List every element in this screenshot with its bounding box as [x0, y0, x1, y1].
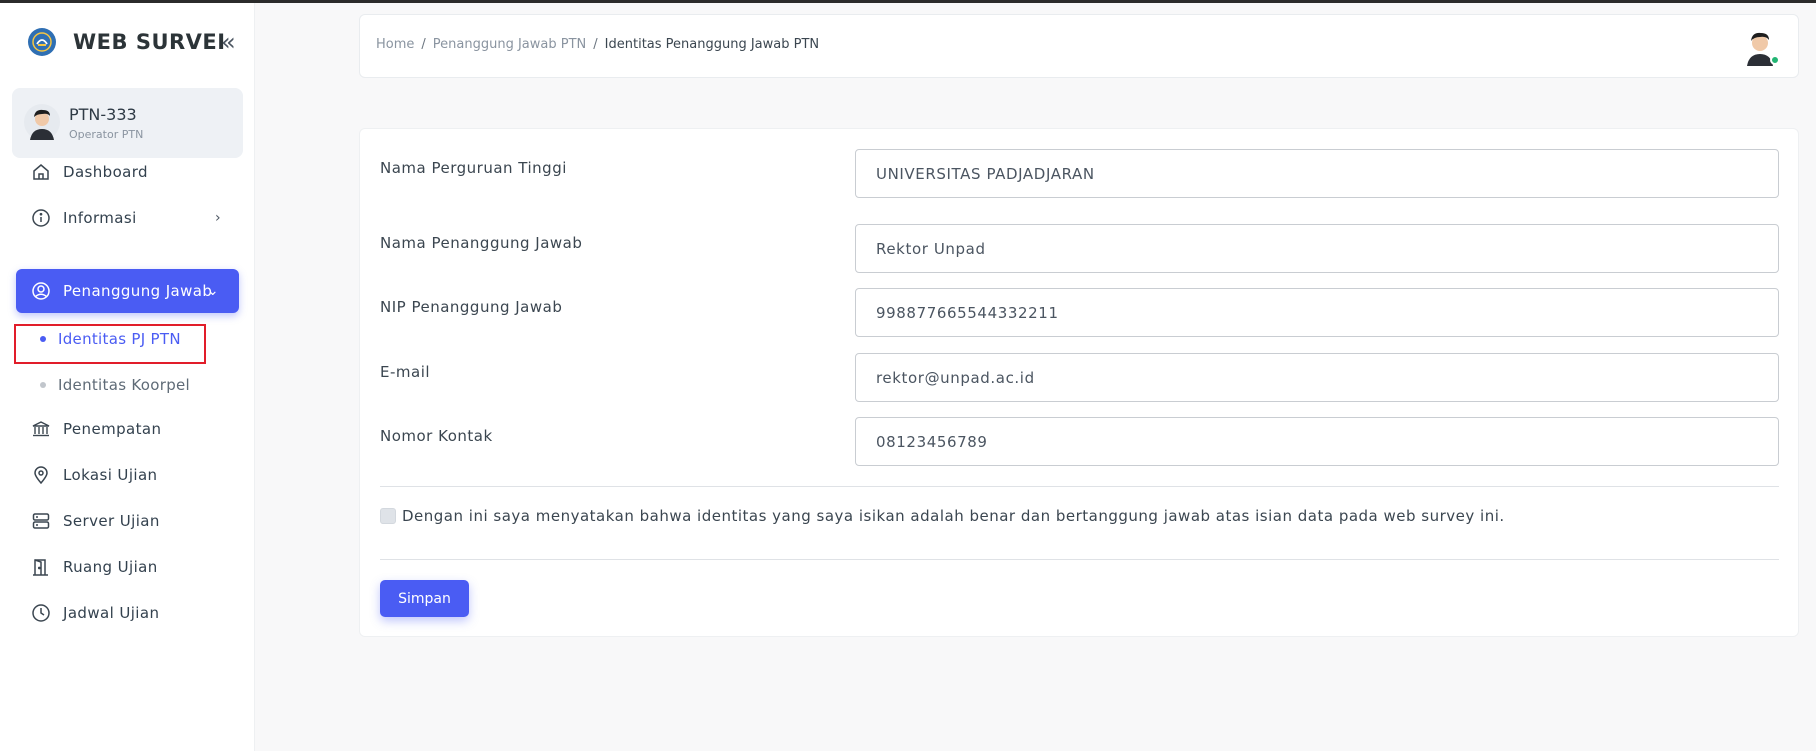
online-status-indicator — [1770, 55, 1780, 65]
input-nama-penanggung-jawab[interactable] — [855, 224, 1779, 273]
clock-icon — [32, 604, 50, 622]
sidebar: WEB SURVEI « PTN-333 Operator PTN Dashbo… — [0, 3, 255, 751]
input-nomor-kontak[interactable] — [855, 417, 1779, 466]
door-icon — [33, 559, 48, 576]
home-icon — [33, 164, 49, 180]
sidebar-item-penempatan[interactable]: Penempatan — [16, 410, 239, 448]
sidebar-item-label: Penempatan — [63, 420, 162, 438]
sidebar-item-label: Dashboard — [63, 163, 148, 181]
input-nip-penanggung-jawab[interactable] — [855, 288, 1779, 337]
breadcrumb-home-link[interactable]: Home — [376, 37, 414, 52]
sidebar-item-label: Server Ujian — [63, 512, 160, 530]
sidebar-item-label: Ruang Ujian — [63, 558, 158, 576]
sidebar-item-dashboard[interactable]: Dashboard — [16, 153, 239, 191]
sidebar-item-lokasi-ujian[interactable]: Lokasi Ujian — [16, 456, 239, 494]
breadcrumb-current: Identitas Penanggung Jawab PTN — [604, 37, 820, 52]
bank-icon — [32, 421, 50, 437]
sidebar-item-label: Informasi — [63, 209, 137, 227]
sidebar-item-label: Penanggung Jawab — [63, 282, 213, 300]
window-top-bar — [0, 0, 1816, 3]
user-circle-icon — [32, 282, 50, 300]
declaration-text: Dengan ini saya menyatakan bahwa identit… — [402, 507, 1505, 525]
divider — [380, 486, 1779, 487]
label-nama-penanggung-jawab: Nama Penanggung Jawab — [380, 234, 583, 252]
breadcrumb-separator: / — [593, 37, 598, 52]
chevron-down-icon: ⌄ — [206, 283, 219, 299]
breadcrumb-separator: / — [421, 37, 426, 52]
user-card[interactable]: PTN-333 Operator PTN — [12, 88, 243, 158]
brand-logo-icon — [28, 28, 56, 56]
collapse-sidebar-icon[interactable]: « — [221, 30, 236, 54]
map-pin-icon — [34, 466, 48, 485]
user-name: PTN-333 — [69, 105, 137, 124]
header-bar: Home / Penanggung Jawab PTN / Identitas … — [359, 14, 1799, 78]
sidebar-item-label: Jadwal Ujian — [63, 604, 160, 622]
sidebar-item-server-ujian[interactable]: Server Ujian — [16, 502, 239, 540]
label-nomor-kontak: Nomor Kontak — [380, 427, 493, 445]
server-icon — [32, 513, 50, 529]
breadcrumb-parent-link[interactable]: Penanggung Jawab PTN — [433, 37, 586, 52]
sidebar-item-ruang-ujian[interactable]: Ruang Ujian — [16, 548, 239, 586]
user-avatar — [24, 104, 60, 140]
divider — [380, 559, 1779, 560]
input-nama-perguruan-tinggi[interactable] — [855, 149, 1779, 198]
sidebar-item-penanggung-jawab[interactable]: Penanggung Jawab ⌄ — [16, 269, 239, 313]
bullet-icon — [40, 382, 46, 388]
user-role: Operator PTN — [69, 128, 144, 141]
input-email[interactable] — [855, 353, 1779, 402]
label-email: E-mail — [380, 363, 431, 381]
label-nama-perguruan-tinggi: Nama Perguruan Tinggi — [380, 159, 567, 177]
app-title: WEB SURVEI — [73, 30, 226, 54]
sidebar-item-informasi[interactable]: Informasi › — [16, 199, 239, 237]
sidebar-item-jadwal-ujian[interactable]: Jadwal Ujian — [16, 594, 239, 632]
brand[interactable]: WEB SURVEI — [28, 28, 226, 56]
label-nip-penanggung-jawab: NIP Penanggung Jawab — [380, 298, 563, 316]
sidebar-subitem-label: Identitas Koorpel — [58, 376, 191, 394]
info-icon — [32, 209, 50, 227]
save-button[interactable]: Simpan — [380, 580, 469, 617]
breadcrumb: Home / Penanggung Jawab PTN / Identitas … — [376, 37, 819, 52]
sidebar-subitem-identitas-koorpel[interactable]: Identitas Koorpel — [40, 373, 190, 397]
sidebar-item-label: Lokasi Ujian — [63, 466, 158, 484]
identity-form: Nama Perguruan Tinggi Nama Penanggung Ja… — [359, 128, 1799, 637]
highlight-annotation — [14, 324, 206, 364]
declaration-checkbox[interactable] — [380, 508, 396, 524]
chevron-right-icon: › — [215, 210, 221, 226]
